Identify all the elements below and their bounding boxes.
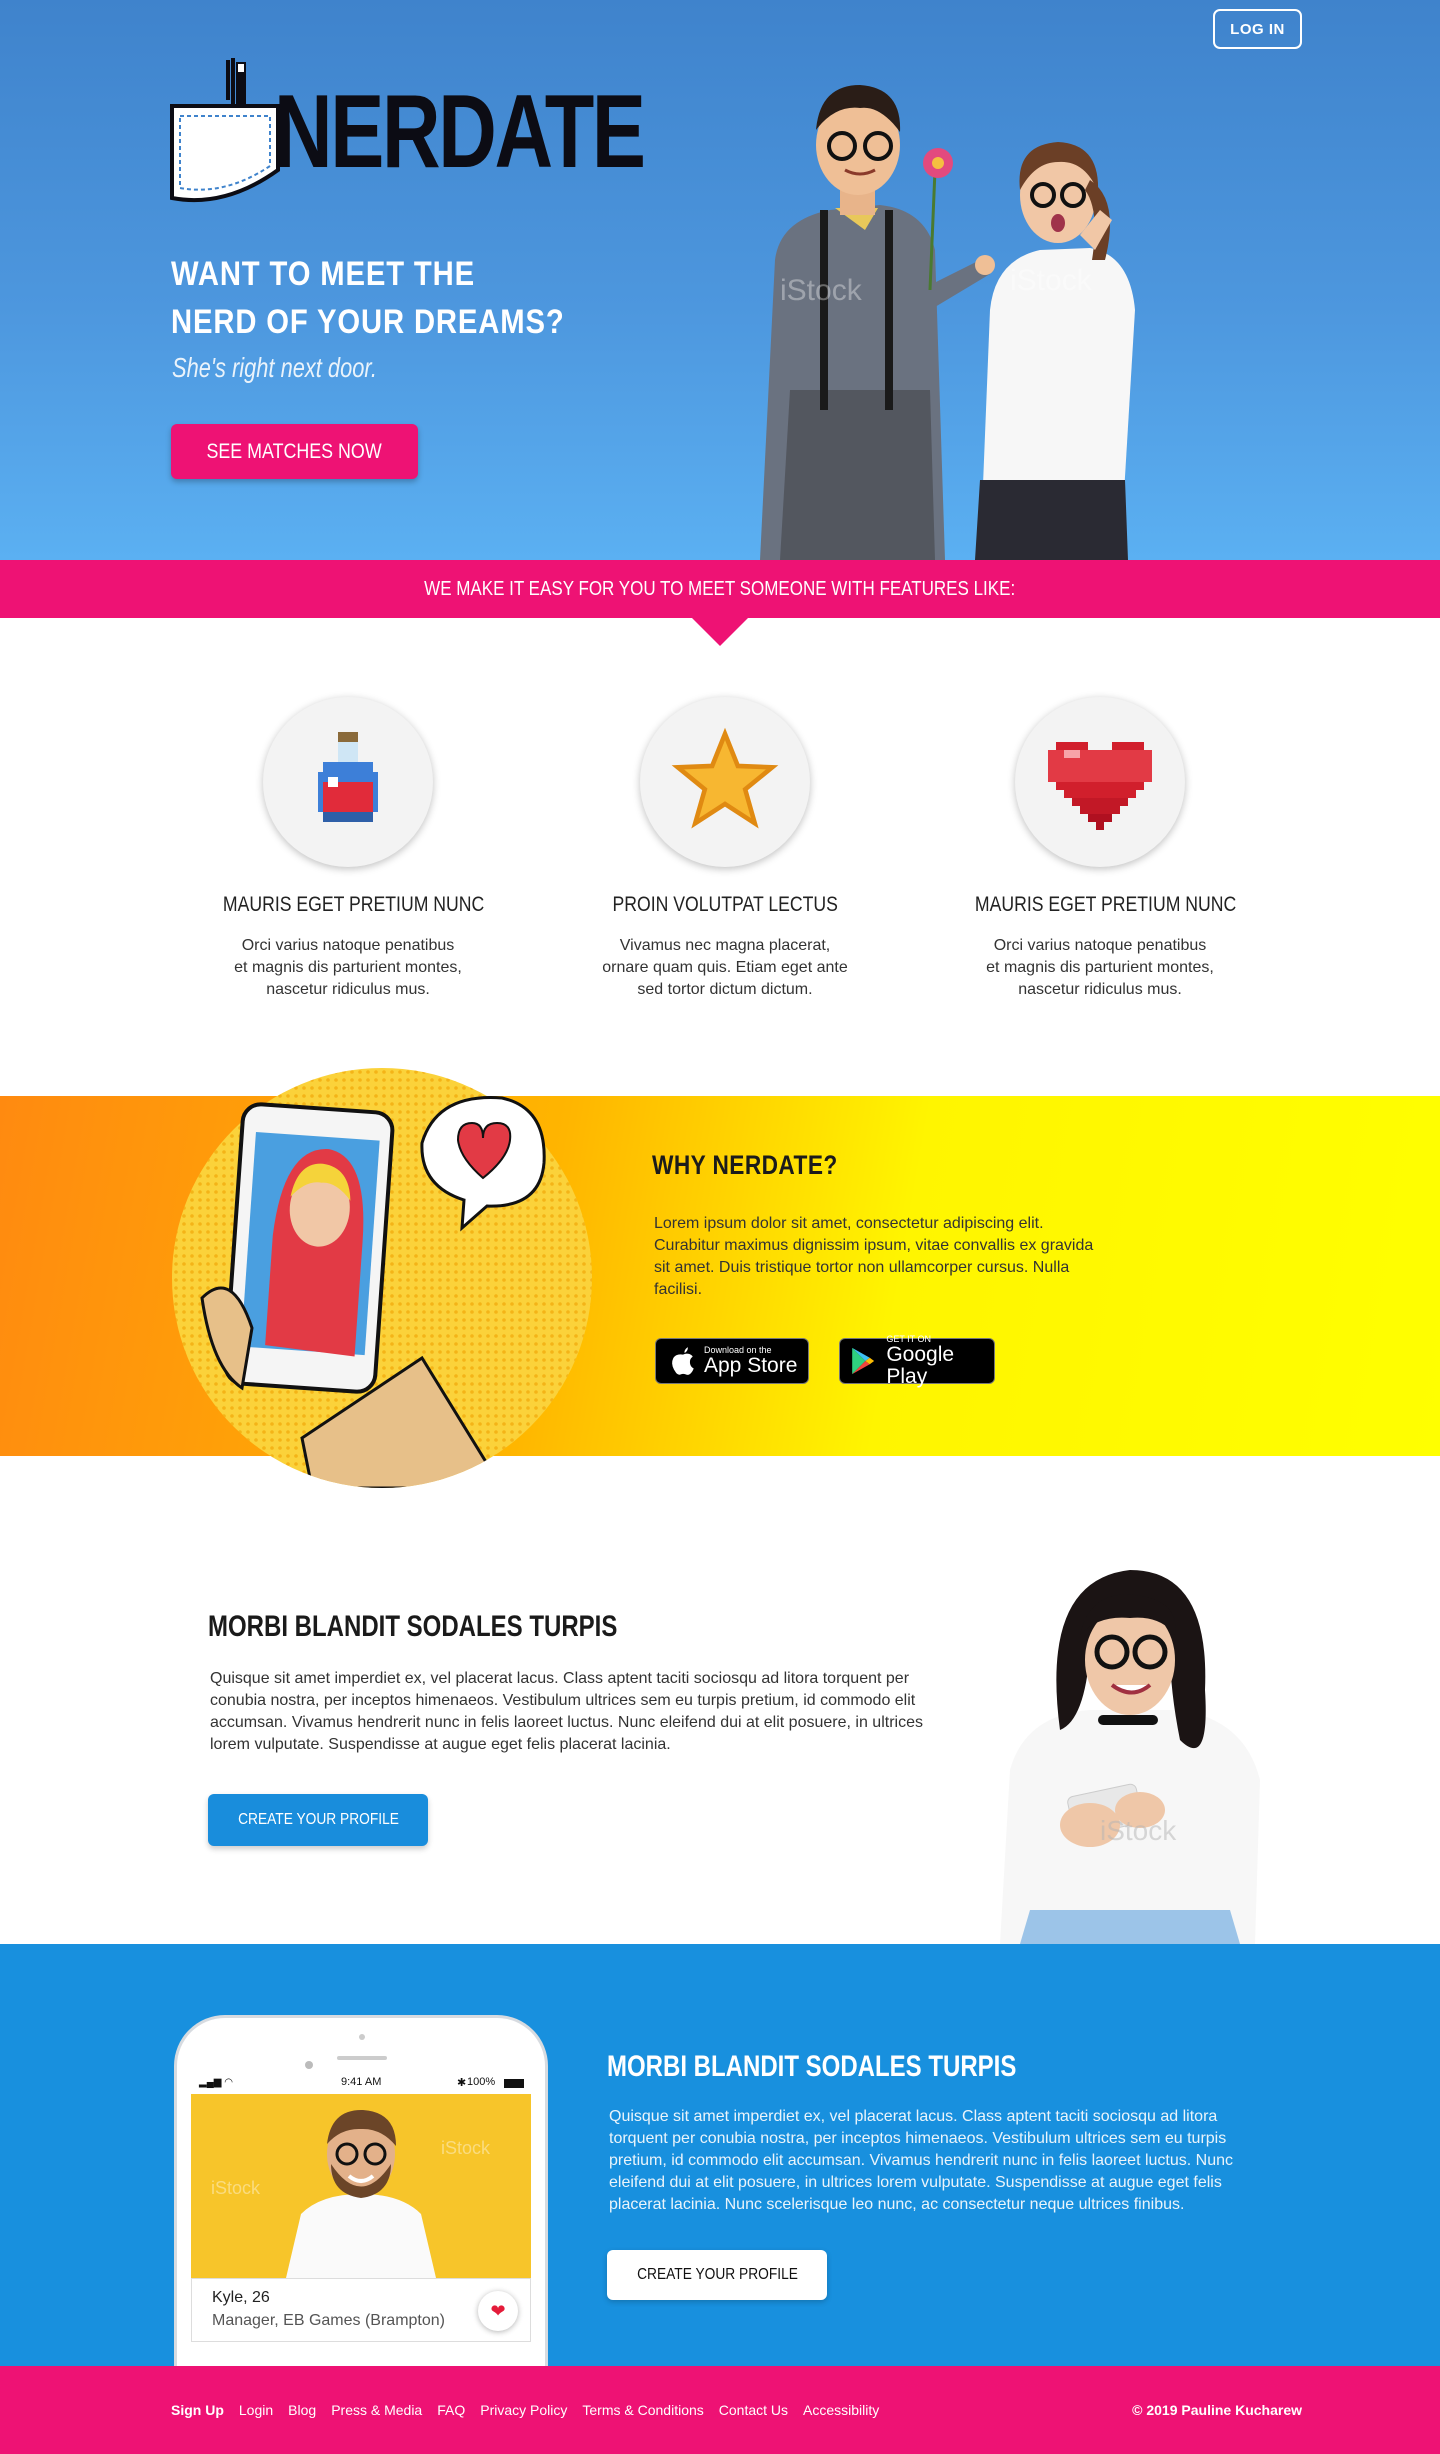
- svg-text:iStock: iStock: [1100, 1815, 1177, 1846]
- see-matches-button[interactable]: SEE MATCHES NOW: [171, 424, 418, 479]
- feature-card: MAURIS EGET PRETIUM NUNC Orci varius nat…: [950, 697, 1250, 1001]
- star-icon: [671, 727, 779, 829]
- create-profile-button[interactable]: CREATE YOUR PROFILE: [208, 1794, 428, 1846]
- footer: Sign Up Login Blog Press & Media FAQ Pri…: [0, 2366, 1440, 2454]
- hero-title: WANT TO MEET THE NERD OF YOUR DREAMS?: [171, 250, 565, 346]
- phone-status-bar: ▂▄▆ ◠ 9:41 AM ✱ 100%: [191, 2074, 531, 2092]
- footer-link-login[interactable]: Login: [239, 2402, 273, 2418]
- see-matches-label: SEE MATCHES NOW: [206, 439, 383, 463]
- svg-text:iStock: iStock: [211, 2178, 261, 2198]
- heart-icon: ❤: [490, 2300, 506, 2321]
- google-play-icon: [852, 1347, 875, 1375]
- hero-title-line2: NERD OF YOUR DREAMS?: [171, 303, 565, 341]
- feature-description: Orci varius natoque penatibus et magnis …: [986, 937, 1214, 998]
- pocket-protector-icon: [170, 58, 280, 203]
- footer-link-contact[interactable]: Contact Us: [719, 2402, 788, 2418]
- preview-section-title: MORBI BLANDIT SODALES TURPIS: [607, 2050, 1017, 2083]
- bluetooth-icon: ✱: [457, 2077, 467, 2089]
- svg-text:iStock: iStock: [441, 2138, 491, 2158]
- profile-photo: iStock iStock: [191, 2094, 531, 2278]
- hero-couple-image: iStock iStock: [760, 85, 1135, 560]
- like-heart-button[interactable]: ❤: [478, 2291, 518, 2331]
- battery-icon: [504, 2079, 524, 2088]
- logo-wordmark: NERDATE: [274, 74, 646, 190]
- signal-icon: ▂▄▆ ◠: [199, 2077, 233, 2088]
- feature-icon-circle: [640, 697, 810, 867]
- google-play-button[interactable]: GET IT ON Google Play: [839, 1334, 995, 1388]
- smiling-man-image: iStock iStock: [211, 2109, 491, 2278]
- phone-mockup: ▂▄▆ ◠ 9:41 AM ✱ 100% iStock iStock Kyle,…: [177, 2018, 545, 2398]
- heart-icon: [1048, 742, 1152, 830]
- footer-nav: Sign Up Login Blog Press & Media FAQ Pri…: [171, 2402, 879, 2418]
- profile-card[interactable]: Kyle, 26 Manager, EB Games (Brampton) ❤: [191, 2278, 531, 2342]
- login-button[interactable]: LOG IN: [1213, 9, 1302, 49]
- why-title: WHY NERDATE?: [652, 1150, 838, 1180]
- phone-camera: [305, 2061, 313, 2069]
- feature-card: PROIN VOLUTPAT LECTUS Vivamus nec magna …: [575, 697, 875, 1001]
- google-play-big-text: Google Play: [886, 1343, 955, 1388]
- profile-name: Kyle, 26: [212, 2289, 270, 2306]
- feature-title: PROIN VOLUTPAT LECTUS: [612, 893, 838, 916]
- phone-time: 9:41 AM: [341, 2076, 382, 2088]
- create-profile-button-secondary[interactable]: CREATE YOUR PROFILE: [607, 2250, 827, 2300]
- app-store-big-text: App Store: [704, 1354, 798, 1377]
- banner-arrow: [690, 616, 750, 646]
- phone-speaker-dot: [359, 2034, 365, 2040]
- hero-section: LOG IN NERDATE WANT TO MEET THE NERD OF …: [0, 0, 1440, 560]
- landing-page: LOG IN NERDATE WANT TO MEET THE NERD OF …: [0, 0, 1440, 2454]
- footer-link-accessibility[interactable]: Accessibility: [803, 2402, 879, 2418]
- features-banner: WE MAKE IT EASY FOR YOU TO MEET SOMEONE …: [0, 560, 1440, 618]
- footer-link-privacy-policy[interactable]: Privacy Policy: [480, 2402, 567, 2418]
- phone-selfie-illustration: [172, 1068, 592, 1488]
- phone-speaker: [337, 2056, 387, 2060]
- feature-card: MAURIS EGET PRETIUM NUNC Orci varius nat…: [198, 697, 498, 1001]
- woman-with-phone-image: iStock: [1000, 1570, 1260, 1944]
- feature-description: Vivamus nec magna placerat, ornare quam …: [602, 937, 848, 998]
- phone-battery-text: 100%: [467, 2076, 496, 2088]
- create-profile-secondary-label: CREATE YOUR PROFILE: [636, 2266, 798, 2283]
- footer-link-sign-up[interactable]: Sign Up: [171, 2402, 224, 2418]
- svg-text:iStock: iStock: [1010, 264, 1093, 297]
- features-banner-text: WE MAKE IT EASY FOR YOU TO MEET SOMEONE …: [424, 578, 1016, 600]
- phone-screen: ▂▄▆ ◠ 9:41 AM ✱ 100% iStock iStock Kyle,…: [191, 2074, 531, 2394]
- feature-title: MAURIS EGET PRETIUM NUNC: [974, 893, 1237, 916]
- create-profile-label: CREATE YOUR PROFILE: [237, 1811, 399, 1828]
- nerdate-logo[interactable]: NERDATE: [170, 58, 646, 218]
- footer-link-press-media[interactable]: Press & Media: [331, 2402, 422, 2418]
- footer-link-terms[interactable]: Terms & Conditions: [582, 2402, 703, 2418]
- profile-section-text: Quisque sit amet imperdiet ex, vel place…: [210, 1670, 923, 1753]
- feature-description: Orci varius natoque penatibus et magnis …: [234, 937, 462, 998]
- profile-section-title: MORBI BLANDIT SODALES TURPIS: [208, 1610, 618, 1643]
- profile-role: Manager, EB Games (Brampton): [212, 2312, 445, 2329]
- footer-link-faq[interactable]: FAQ: [437, 2402, 465, 2418]
- why-text: Lorem ipsum dolor sit amet, consectetur …: [654, 1215, 1094, 1298]
- app-store-button[interactable]: Download on the App Store: [655, 1338, 809, 1384]
- preview-section-text: Quisque sit amet imperdiet ex, vel place…: [609, 2108, 1233, 2213]
- copyright-text: © 2019 Pauline Kucharew: [1132, 2402, 1302, 2418]
- feature-title: MAURIS EGET PRETIUM NUNC: [222, 893, 485, 916]
- feature-icon-circle: [263, 697, 433, 867]
- hero-title-line1: WANT TO MEET THE: [171, 255, 475, 293]
- feature-icon-circle: [1015, 697, 1185, 867]
- footer-link-blog[interactable]: Blog: [288, 2402, 316, 2418]
- svg-text:iStock: iStock: [780, 274, 863, 307]
- apple-icon: [672, 1347, 694, 1375]
- hero-subtitle: She's right next door.: [172, 352, 377, 383]
- potion-icon: [318, 732, 378, 822]
